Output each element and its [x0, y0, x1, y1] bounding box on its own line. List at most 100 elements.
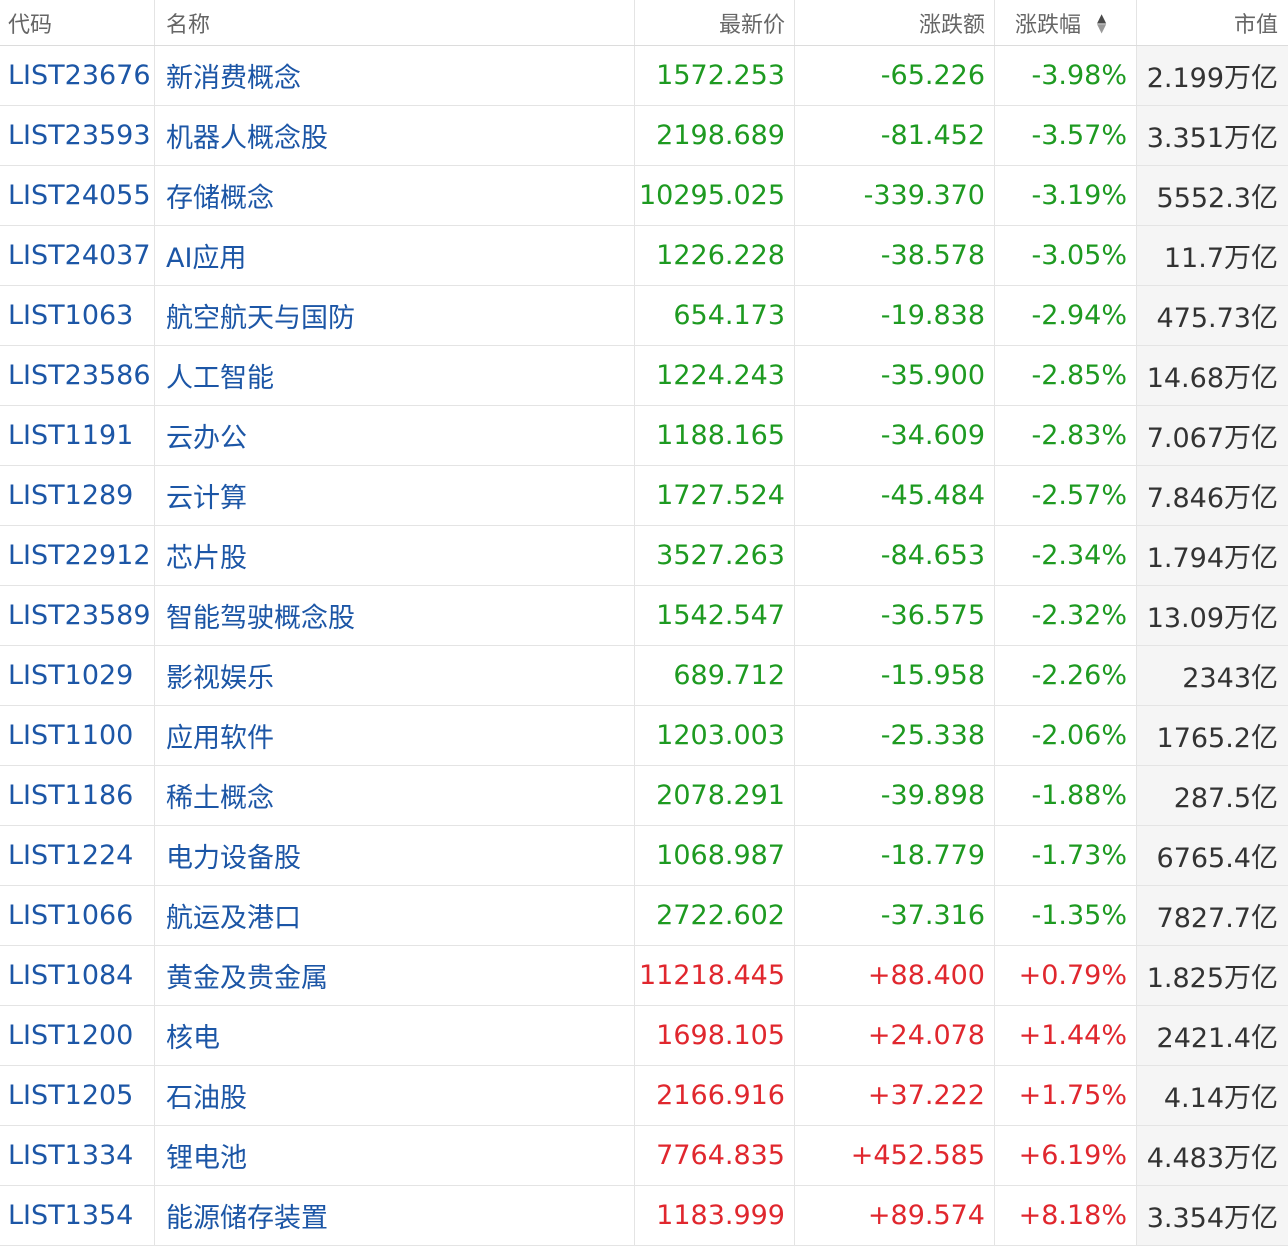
row-name[interactable]: 稀土概念 [155, 766, 635, 825]
row-mcap: 4.14万亿 [1137, 1066, 1288, 1125]
table-row[interactable]: LIST1200 核电 1698.105 +24.078 +1.44% 2421.4亿 [0, 1006, 1288, 1066]
row-code[interactable]: LIST1289 [0, 466, 155, 525]
row-pct: +0.79% [995, 946, 1137, 1005]
row-change: -15.958 [795, 646, 995, 705]
row-mcap: 1.825万亿 [1137, 946, 1288, 1005]
row-name[interactable]: 石油股 [155, 1066, 635, 1125]
row-change: -65.226 [795, 46, 995, 105]
row-change: +24.078 [795, 1006, 995, 1065]
column-header-name[interactable]: 名称 [155, 0, 635, 45]
row-name[interactable]: 芯片股 [155, 526, 635, 585]
row-pct: -3.98% [995, 46, 1137, 105]
row-code[interactable]: LIST1066 [0, 886, 155, 945]
row-pct: -3.57% [995, 106, 1137, 165]
row-pct: +1.75% [995, 1066, 1137, 1125]
row-mcap: 287.5亿 [1137, 766, 1288, 825]
row-code[interactable]: LIST23593 [0, 106, 155, 165]
row-name[interactable]: 黄金及贵金属 [155, 946, 635, 1005]
table-row[interactable]: LIST1334 锂电池 7764.835 +452.585 +6.19% 4.483万亿 [0, 1126, 1288, 1186]
row-name[interactable]: 智能驾驶概念股 [155, 586, 635, 645]
row-name[interactable]: 应用软件 [155, 706, 635, 765]
table-row[interactable]: LIST1100 应用软件 1203.003 -25.338 -2.06% 1765.2亿 [0, 706, 1288, 766]
table-row[interactable]: LIST1289 云计算 1727.524 -45.484 -2.57% 7.846万亿 [0, 466, 1288, 526]
table-body: LIST23676 新消费概念 1572.253 -65.226 -3.98% 2.199… [0, 46, 1288, 1246]
row-name[interactable]: 电力设备股 [155, 826, 635, 885]
table-row[interactable]: LIST23586 人工智能 1224.243 -35.900 -2.85% 14.68万… [0, 346, 1288, 406]
table-row[interactable]: LIST1084 黄金及贵金属 11218.445 +88.400 +0.79% 1.82… [0, 946, 1288, 1006]
row-change: -19.838 [795, 286, 995, 345]
table-row[interactable]: LIST1354 能源储存装置 1183.999 +89.574 +8.18% 3.354… [0, 1186, 1288, 1246]
row-mcap: 11.7万亿 [1137, 226, 1288, 285]
row-code[interactable]: LIST1334 [0, 1126, 155, 1185]
row-code[interactable]: LIST1205 [0, 1066, 155, 1125]
row-code[interactable]: LIST1200 [0, 1006, 155, 1065]
table-row[interactable]: LIST24037 AI应用 1226.228 -38.578 -3.05% 11.7万亿 [0, 226, 1288, 286]
row-code[interactable]: LIST23586 [0, 346, 155, 405]
column-header-change[interactable]: 涨跌额 [795, 0, 995, 45]
row-code[interactable]: LIST1063 [0, 286, 155, 345]
row-mcap: 14.68万亿 [1137, 346, 1288, 405]
row-name[interactable]: 新消费概念 [155, 46, 635, 105]
row-price: 1572.253 [635, 46, 795, 105]
row-code[interactable]: LIST1029 [0, 646, 155, 705]
table-row[interactable]: LIST1063 航空航天与国防 654.173 -19.838 -2.94% 475.7… [0, 286, 1288, 346]
table-row[interactable]: LIST1029 影视娱乐 689.712 -15.958 -2.26% 2343亿 [0, 646, 1288, 706]
row-name[interactable]: 航空航天与国防 [155, 286, 635, 345]
table-row[interactable]: LIST1205 石油股 2166.916 +37.222 +1.75% 4.14万亿 [0, 1066, 1288, 1126]
table-row[interactable]: LIST23589 智能驾驶概念股 1542.547 -36.575 -2.32% 13.… [0, 586, 1288, 646]
row-code[interactable]: LIST23676 [0, 46, 155, 105]
table-row[interactable]: LIST1224 电力设备股 1068.987 -18.779 -1.73% 6765.4… [0, 826, 1288, 886]
table-row[interactable]: LIST24055 存储概念 10295.025 -339.370 -3.19% 5552… [0, 166, 1288, 226]
column-header-mcap[interactable]: 市值 [1137, 0, 1288, 45]
row-pct: -3.19% [995, 166, 1137, 225]
row-code[interactable]: LIST1354 [0, 1186, 155, 1245]
table-row[interactable]: LIST23593 机器人概念股 2198.689 -81.452 -3.57% 3.35… [0, 106, 1288, 166]
sort-descending-icon: ▼ [1097, 20, 1107, 35]
row-code[interactable]: LIST22912 [0, 526, 155, 585]
table-row[interactable]: LIST1191 云办公 1188.165 -34.609 -2.83% 7.067万亿 [0, 406, 1288, 466]
row-name[interactable]: 影视娱乐 [155, 646, 635, 705]
row-name[interactable]: AI应用 [155, 226, 635, 285]
row-name[interactable]: 存储概念 [155, 166, 635, 225]
row-price: 1224.243 [635, 346, 795, 405]
row-name[interactable]: 云办公 [155, 406, 635, 465]
row-pct: -2.94% [995, 286, 1137, 345]
column-header-pct[interactable]: 涨跌幅 ▲ ▼ [995, 0, 1137, 45]
table-row[interactable]: LIST1066 航运及港口 2722.602 -37.316 -1.35% 7827.7… [0, 886, 1288, 946]
column-header-price[interactable]: 最新价 [635, 0, 795, 45]
row-mcap: 475.73亿 [1137, 286, 1288, 345]
table-row[interactable]: LIST22912 芯片股 3527.263 -84.653 -2.34% 1.794万亿 [0, 526, 1288, 586]
row-code[interactable]: LIST24037 [0, 226, 155, 285]
row-mcap: 7.846万亿 [1137, 466, 1288, 525]
column-header-pct-label: 涨跌幅 [1015, 12, 1082, 38]
row-code[interactable]: LIST1186 [0, 766, 155, 825]
row-code[interactable]: LIST1224 [0, 826, 155, 885]
row-change: +89.574 [795, 1186, 995, 1245]
row-pct: -2.26% [995, 646, 1137, 705]
column-header-code[interactable]: 代码 [0, 0, 155, 45]
row-change: -339.370 [795, 166, 995, 225]
row-code[interactable]: LIST1191 [0, 406, 155, 465]
row-code[interactable]: LIST1100 [0, 706, 155, 765]
row-name[interactable]: 人工智能 [155, 346, 635, 405]
table-row[interactable]: LIST23676 新消费概念 1572.253 -65.226 -3.98% 2.199… [0, 46, 1288, 106]
row-mcap: 7827.7亿 [1137, 886, 1288, 945]
row-name[interactable]: 核电 [155, 1006, 635, 1065]
row-price: 1183.999 [635, 1186, 795, 1245]
row-change: -36.575 [795, 586, 995, 645]
row-price: 7764.835 [635, 1126, 795, 1185]
row-name[interactable]: 云计算 [155, 466, 635, 525]
row-name[interactable]: 航运及港口 [155, 886, 635, 945]
row-name[interactable]: 锂电池 [155, 1126, 635, 1185]
row-change: -81.452 [795, 106, 995, 165]
row-mcap: 1.794万亿 [1137, 526, 1288, 585]
row-code[interactable]: LIST24055 [0, 166, 155, 225]
row-price: 654.173 [635, 286, 795, 345]
table-row[interactable]: LIST1186 稀土概念 2078.291 -39.898 -1.88% 287.5亿 [0, 766, 1288, 826]
sort-toggle[interactable]: ▲ ▼ [1097, 12, 1107, 35]
row-code[interactable]: LIST23589 [0, 586, 155, 645]
row-pct: -3.05% [995, 226, 1137, 285]
row-code[interactable]: LIST1084 [0, 946, 155, 1005]
row-name[interactable]: 能源储存装置 [155, 1186, 635, 1245]
row-name[interactable]: 机器人概念股 [155, 106, 635, 165]
